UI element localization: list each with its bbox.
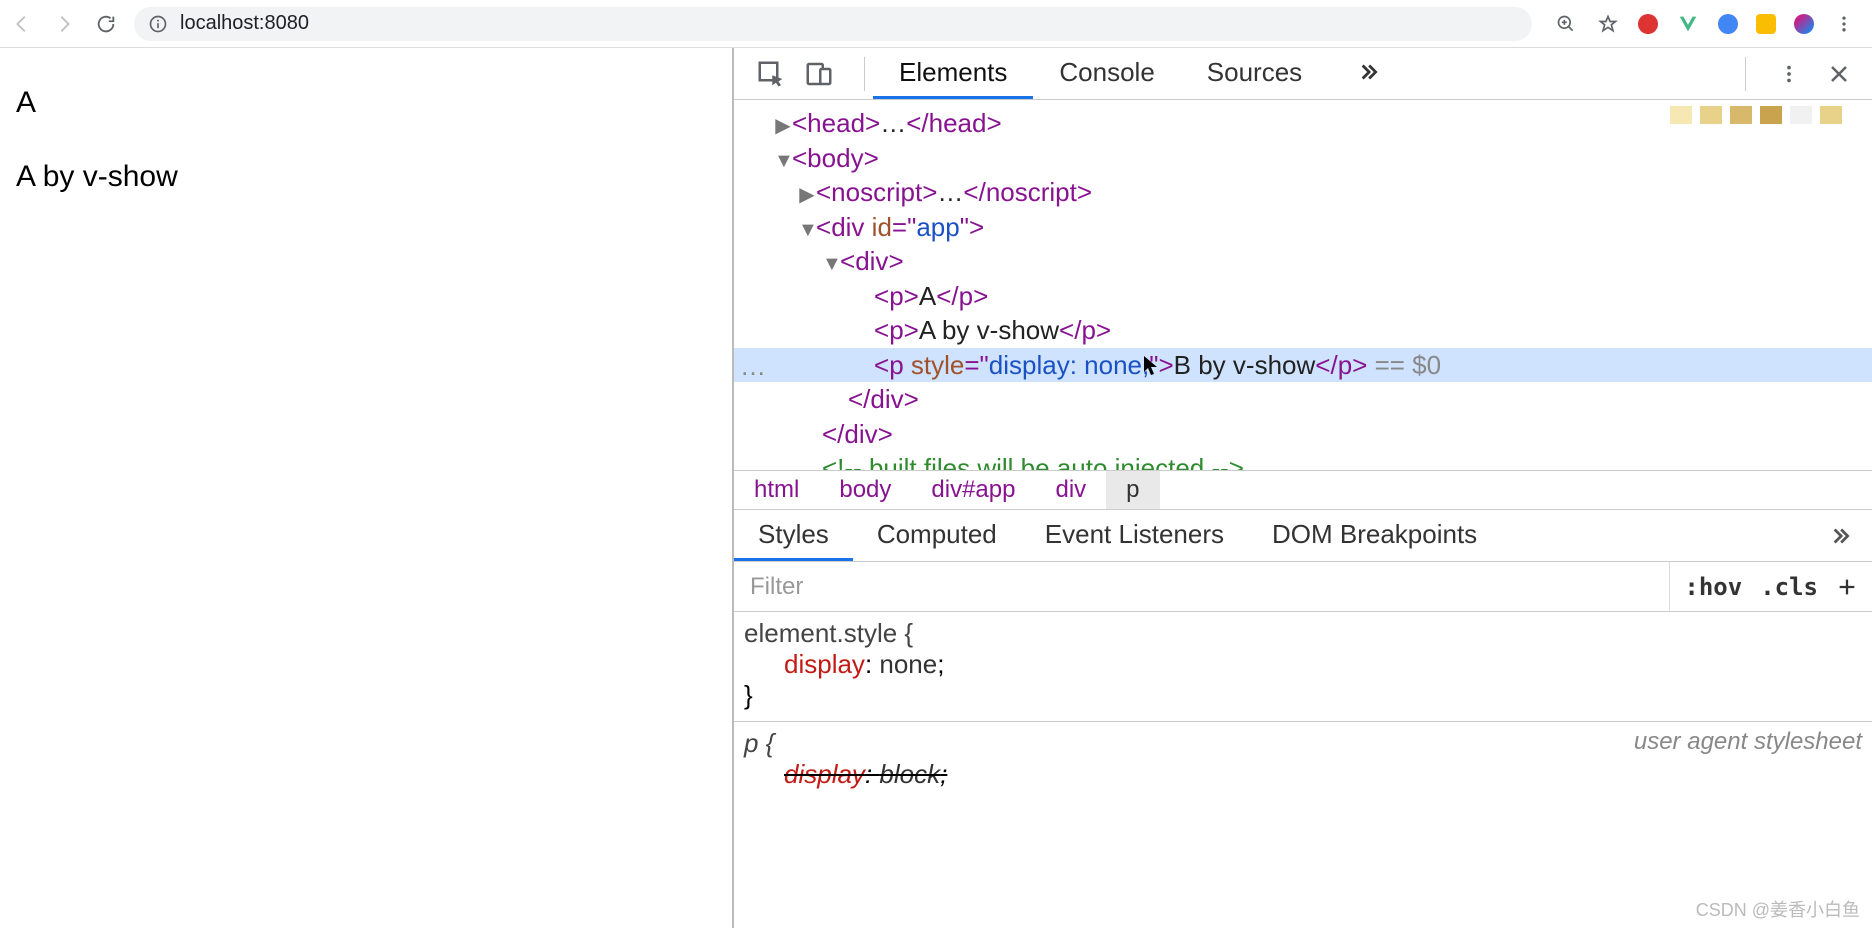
- styles-body[interactable]: element.style { display: none; } user ag…: [734, 612, 1872, 928]
- tab-elements[interactable]: Elements: [873, 48, 1033, 99]
- crumb-html[interactable]: html: [734, 471, 819, 509]
- address-bar[interactable]: localhost:8080: [134, 7, 1532, 41]
- extension-icon-3[interactable]: [1756, 14, 1776, 34]
- profile-avatar[interactable]: [1794, 14, 1814, 34]
- tabs-overflow-icon[interactable]: [1328, 48, 1406, 99]
- dom-row-div-close2[interactable]: </div>: [734, 417, 1872, 452]
- crumb-body[interactable]: body: [819, 471, 911, 509]
- style-rule-p[interactable]: user agent stylesheet p { display: block…: [744, 728, 1862, 790]
- extension-icon-2[interactable]: [1718, 14, 1738, 34]
- dom-row-div-app[interactable]: ▼<div id="app">: [734, 210, 1872, 245]
- separator: [864, 57, 865, 91]
- reload-button[interactable]: [92, 10, 120, 38]
- dom-row-comment[interactable]: <!-- built files will be auto injected -…: [734, 451, 1872, 470]
- color-swatches: [1670, 106, 1842, 124]
- browser-toolbar: localhost:8080: [0, 0, 1872, 48]
- chrome-menu-icon[interactable]: [1832, 12, 1856, 36]
- devtools-top-bar: Elements Console Sources: [734, 48, 1872, 100]
- zoom-icon[interactable]: [1554, 12, 1578, 36]
- devtools-tabs: Elements Console Sources: [873, 48, 1406, 99]
- cls-toggle[interactable]: .cls: [1760, 573, 1818, 601]
- devtools-menu-icon[interactable]: [1774, 59, 1804, 89]
- forward-button[interactable]: [50, 10, 78, 38]
- styles-tab-styles[interactable]: Styles: [734, 510, 853, 561]
- styles-filter-bar: :hov .cls: [734, 562, 1872, 612]
- extension-icon-1[interactable]: [1638, 14, 1658, 34]
- dom-tree[interactable]: ▶<head>…</head> ▼<body> ▶<noscript>…</no…: [734, 100, 1872, 470]
- watermark: CSDN @姜香小白鱼: [1696, 896, 1860, 922]
- inspect-icon[interactable]: [752, 55, 790, 93]
- dom-row-div[interactable]: ▼<div>: [734, 244, 1872, 279]
- styles-tabs-overflow-icon[interactable]: [1806, 523, 1872, 549]
- dom-row-p1[interactable]: <p>A</p>: [734, 279, 1872, 314]
- back-button[interactable]: [8, 10, 36, 38]
- style-rule-element[interactable]: element.style { display: none; }: [744, 618, 1862, 711]
- hov-toggle[interactable]: :hov: [1684, 573, 1742, 601]
- mouse-cursor-icon: [1144, 356, 1160, 376]
- styles-filter-input[interactable]: [734, 573, 1669, 601]
- toolbar-icons: [1546, 12, 1864, 36]
- device-toggle-icon[interactable]: [800, 55, 838, 93]
- styles-tabs: Styles Computed Event Listeners DOM Brea…: [734, 510, 1872, 562]
- styles-tab-event[interactable]: Event Listeners: [1021, 510, 1248, 561]
- devtools-close-icon[interactable]: [1824, 59, 1854, 89]
- tab-sources[interactable]: Sources: [1181, 48, 1328, 99]
- separator: [1745, 57, 1746, 91]
- tab-console[interactable]: Console: [1033, 48, 1180, 99]
- bookmark-star-icon[interactable]: [1596, 12, 1620, 36]
- new-style-rule-icon[interactable]: [1836, 576, 1858, 598]
- dom-row-p2[interactable]: <p>A by v-show</p>: [734, 313, 1872, 348]
- crumb-div[interactable]: div: [1035, 471, 1106, 509]
- rendered-page: A A by v-show: [0, 48, 732, 928]
- dom-row-body[interactable]: ▼<body>: [734, 141, 1872, 176]
- url-text: localhost:8080: [180, 12, 309, 35]
- dom-row-div-close[interactable]: </div>: [734, 382, 1872, 417]
- dom-row-selected[interactable]: … <p style="display: none;">B by v-show<…: [734, 348, 1872, 383]
- page-text-a: A: [16, 86, 716, 120]
- content-split: A A by v-show Elements Console Sources: [0, 48, 1872, 928]
- vue-devtools-icon[interactable]: [1676, 12, 1700, 36]
- site-info-icon[interactable]: [148, 14, 168, 34]
- row-actions-icon[interactable]: …: [740, 350, 766, 383]
- styles-tab-dom[interactable]: DOM Breakpoints: [1248, 510, 1501, 561]
- styles-tab-computed[interactable]: Computed: [853, 510, 1021, 561]
- devtools-panel: Elements Console Sources: [732, 48, 1872, 928]
- dom-row-noscript[interactable]: ▶<noscript>…</noscript>: [734, 175, 1872, 210]
- page-text-a-vshow: A by v-show: [16, 160, 716, 194]
- crumb-div-app[interactable]: div#app: [911, 471, 1035, 509]
- crumb-p[interactable]: p: [1106, 471, 1159, 509]
- ua-stylesheet-label: user agent stylesheet: [1634, 728, 1862, 756]
- dom-breadcrumbs: html body div#app div p: [734, 470, 1872, 510]
